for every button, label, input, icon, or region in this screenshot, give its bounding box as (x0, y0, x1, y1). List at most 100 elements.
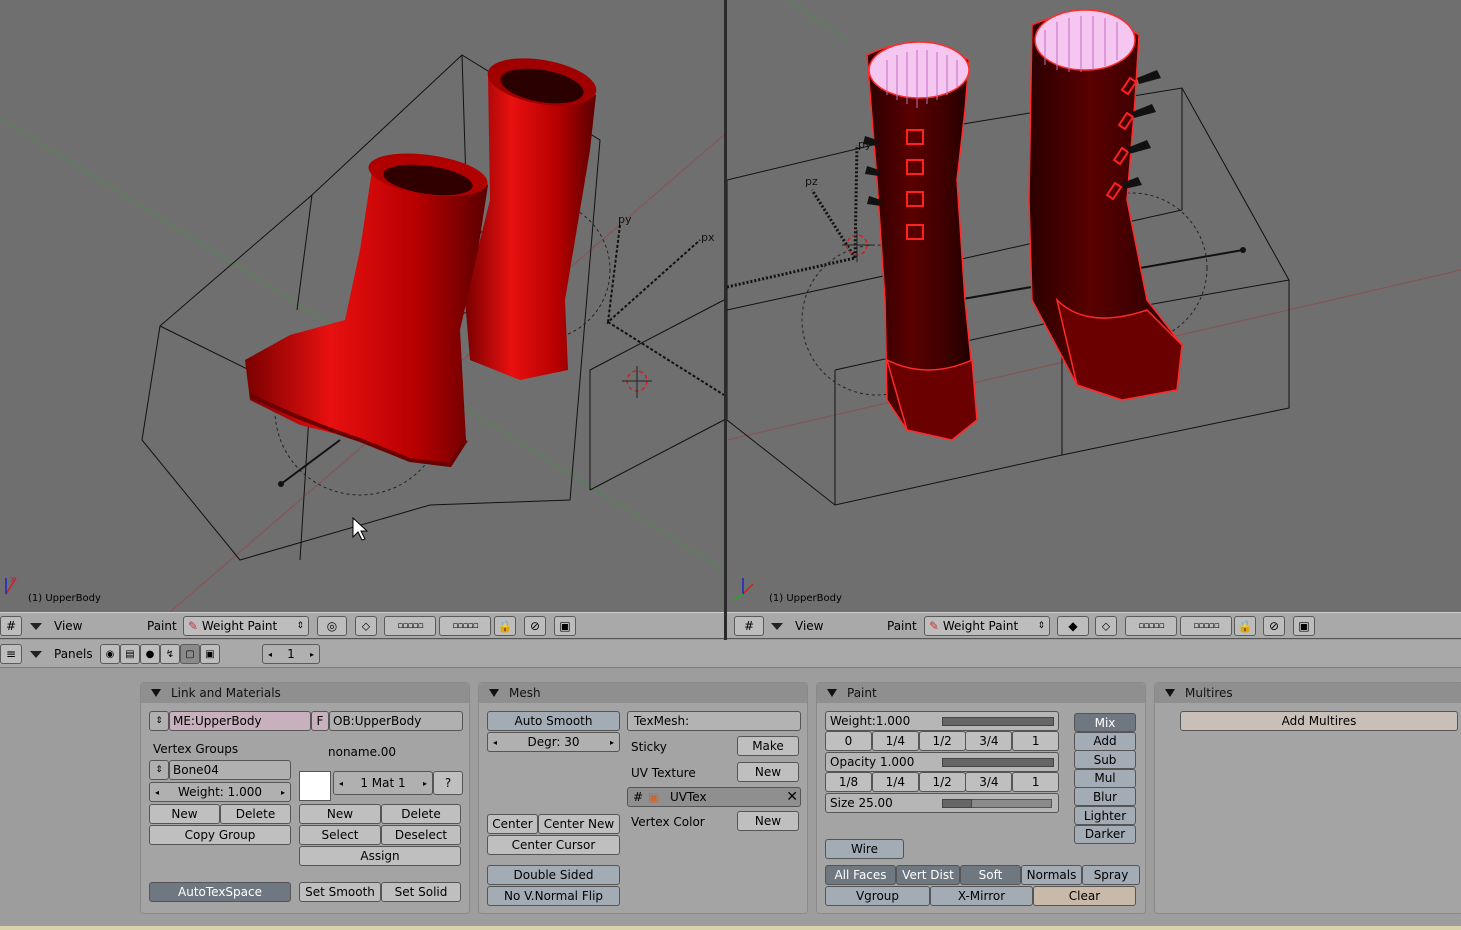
view-menu[interactable]: View (54, 619, 82, 633)
paint-option-all-faces[interactable]: All Faces (825, 865, 896, 885)
vgroup-new-button[interactable]: New (149, 804, 220, 824)
uv-texture-new-button[interactable]: New (737, 762, 799, 782)
opacity-preset-0[interactable]: 1/8 (825, 772, 872, 792)
weight-preset-2[interactable]: 1/2 (918, 731, 966, 751)
set-solid-button[interactable]: Set Solid (381, 882, 461, 902)
opacity-preset-1[interactable]: 1/4 (871, 772, 919, 792)
mode-dropdown-right[interactable]: ✎ Weight Paint ⇕ (924, 616, 1050, 636)
blend-mode-sub[interactable]: Sub (1074, 750, 1136, 770)
draw-type-icon[interactable]: ◎ (317, 616, 347, 636)
weight-preset-1[interactable]: 1/4 (871, 731, 919, 751)
material-help-button[interactable]: ? (433, 771, 463, 795)
opacity-slider[interactable]: Opacity 1.000 (825, 752, 1059, 772)
uvtex-layer[interactable]: # ▣ UVTex ✕ (627, 787, 801, 807)
material-delete-button[interactable]: Delete (381, 804, 461, 824)
object-icon[interactable]: ↯ (160, 644, 180, 664)
panel-title[interactable]: Paint (817, 683, 1145, 703)
render-icon[interactable]: ▣ (554, 616, 576, 636)
pivot-icon-right[interactable]: ⬦ (1095, 616, 1117, 636)
wire-toggle[interactable]: Wire (825, 839, 904, 859)
blend-mode-add[interactable]: Add (1074, 731, 1136, 751)
blend-mode-blur[interactable]: Blur (1074, 787, 1136, 807)
auto-smooth-toggle[interactable]: Auto Smooth (487, 711, 620, 731)
collapse-arrow-icon[interactable] (30, 623, 42, 630)
opacity-preset-3[interactable]: 3/4 (965, 772, 1013, 792)
editor-type-icon-right[interactable]: # (734, 616, 764, 636)
weight-slider[interactable]: Weight:1.000 (825, 711, 1059, 731)
blend-mode-mix[interactable]: Mix (1074, 713, 1136, 732)
vgroup-delete-button[interactable]: Delete (220, 804, 291, 824)
editor-type-icon[interactable]: # (0, 616, 22, 636)
scene-icon[interactable]: ▣ (200, 644, 220, 664)
render-icon-right[interactable]: ▣ (1293, 616, 1315, 636)
viewport-left[interactable]: x py px (1) UpperBody (0, 0, 724, 612)
layers-a-icon-right[interactable]: ▫▫▫▫▫ (1125, 616, 1177, 636)
uv-grid-icon[interactable]: # (628, 790, 648, 804)
blend-mode-mul[interactable]: Mul (1074, 768, 1136, 788)
vertex-color-new-button[interactable]: New (737, 811, 799, 831)
xmirror-toggle[interactable]: X-Mirror (930, 886, 1033, 906)
logic-icon[interactable]: ◉ (100, 644, 120, 664)
frame-field[interactable]: ◂ 1 ▸ (262, 644, 320, 664)
weight-preset-0[interactable]: 0 (825, 731, 872, 751)
panel-title[interactable]: Multires (1155, 683, 1461, 703)
vgroup-toggle[interactable]: Vgroup (825, 886, 930, 906)
buttons-collapse-icon[interactable] (30, 651, 42, 658)
layers-b-icon-right[interactable]: ▫▫▫▫▫ (1180, 616, 1232, 636)
mode-dropdown[interactable]: ✎ Weight Paint ⇕ (183, 616, 309, 636)
deselect-button[interactable]: Deselect (381, 825, 461, 845)
snap-icon[interactable]: ⊘ (524, 616, 546, 636)
weight-preset-3[interactable]: 3/4 (965, 731, 1013, 751)
add-multires-button[interactable]: Add Multires (1180, 711, 1458, 731)
view-menu-right[interactable]: View (795, 619, 823, 633)
blend-mode-lighter[interactable]: Lighter (1074, 806, 1136, 825)
center-new-button[interactable]: Center New (538, 814, 620, 834)
select-button[interactable]: Select (299, 825, 381, 845)
snap-icon-right[interactable]: ⊘ (1263, 616, 1285, 636)
uv-image-icon[interactable]: ▣ (648, 790, 664, 804)
opacity-preset-2[interactable]: 1/2 (918, 772, 966, 792)
material-new-button[interactable]: New (299, 804, 381, 824)
panel-title[interactable]: Link and Materials (141, 683, 469, 703)
paint-option-soft[interactable]: Soft (960, 865, 1021, 885)
material-color-swatch[interactable] (299, 771, 331, 801)
size-slider[interactable]: Size 25.00 (825, 793, 1059, 813)
shading-icon[interactable]: ● (140, 644, 160, 664)
pivot-icon[interactable]: ⬦ (355, 616, 377, 636)
buttons-editor-icon[interactable]: ≡ (0, 644, 22, 664)
collapse-arrow-icon-right[interactable] (771, 623, 783, 630)
weight-preset-4[interactable]: 1 (1012, 731, 1060, 751)
fake-user-button[interactable]: F (311, 711, 329, 731)
autotexspace-toggle[interactable]: AutoTexSpace (149, 882, 291, 902)
paint-option-spray[interactable]: Spray (1082, 865, 1140, 885)
clear-button[interactable]: Clear (1033, 886, 1136, 906)
mesh-browse-icon[interactable]: ⇕ (149, 711, 169, 731)
opacity-preset-4[interactable]: 1 (1012, 772, 1060, 792)
center-cursor-button[interactable]: Center Cursor (487, 835, 620, 855)
layers-b-icon[interactable]: ▫▫▫▫▫ (439, 616, 491, 636)
blend-mode-darker[interactable]: Darker (1074, 824, 1136, 844)
double-sided-toggle[interactable]: Double Sided (487, 865, 620, 885)
center-button[interactable]: Center (487, 814, 538, 834)
panels-menu[interactable]: Panels (54, 647, 93, 661)
assign-button[interactable]: Assign (299, 846, 461, 866)
script-icon[interactable]: ▤ (120, 644, 140, 664)
no-vnormal-flip-toggle[interactable]: No V.Normal Flip (487, 886, 620, 906)
vgroup-weight-field[interactable]: ◂ Weight: 1.000 ▸ (149, 782, 291, 802)
uvtex-delete-icon[interactable]: ✕ (786, 789, 798, 805)
paint-option-normals[interactable]: Normals (1021, 865, 1082, 885)
sticky-make-button[interactable]: Make (737, 736, 799, 756)
copy-group-button[interactable]: Copy Group (149, 825, 291, 845)
vgroup-browse-icon[interactable]: ⇕ (149, 760, 169, 780)
draw-type-icon-right[interactable]: ◆ (1057, 616, 1089, 636)
lock-icon[interactable]: 🔒 (494, 616, 516, 636)
panel-title[interactable]: Mesh (479, 683, 807, 703)
texmesh-field[interactable]: TexMesh: (627, 711, 801, 731)
degr-field[interactable]: ◂ Degr: 30 ▸ (487, 732, 620, 752)
paint-option-vert-dist[interactable]: Vert Dist (896, 865, 960, 885)
lock-icon-right[interactable]: 🔒 (1234, 616, 1256, 636)
mesh-name-field[interactable]: ME:UpperBody (169, 711, 311, 731)
object-name-field[interactable]: OB:UpperBody (329, 711, 463, 731)
editing-icon[interactable]: ▢ (180, 644, 200, 664)
viewport-right[interactable]: py pz (1) UpperBody (727, 0, 1461, 612)
